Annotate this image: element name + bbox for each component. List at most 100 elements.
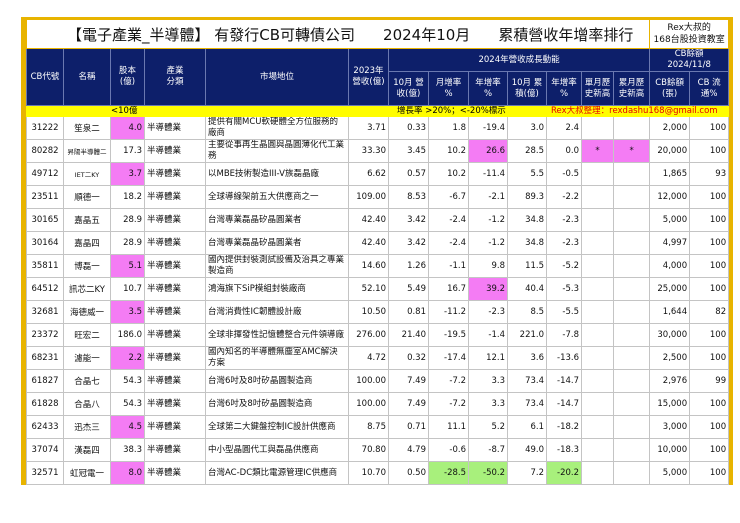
cell-code: 68231 — [26, 346, 64, 370]
cell-single-high: * — [581, 139, 614, 163]
cell-rev2023: 3.71 — [348, 116, 389, 140]
cell-name: 海德威一 — [63, 300, 111, 324]
cell-mom: 16.7 — [428, 277, 469, 301]
cell-yoy: -2.3 — [468, 300, 508, 324]
cell-cum-high — [612, 185, 651, 209]
cell-capital: 28.9 — [110, 208, 145, 232]
note-contact: Rex大叔整理：rexdashu168@gmail.com — [545, 105, 730, 117]
cell-capital: 4.0 — [110, 116, 145, 140]
cell-cum-high — [612, 346, 651, 370]
cell-capital: 10.7 — [110, 277, 145, 301]
cell-cum-high — [612, 254, 651, 278]
cell-cb-balance: 2,500 — [649, 346, 691, 370]
cell-mom: 10.2 — [428, 162, 469, 186]
cell-market: 國內提供封裝測試設備及治具之專業製造商 — [205, 254, 349, 278]
cell-market: 國內知名的半導體無塵室AMC解決方案 — [205, 346, 349, 370]
cell-rev2023: 8.75 — [348, 415, 389, 439]
cell-name: 嘉晶四 — [63, 231, 111, 255]
cell-mom: -7.2 — [428, 392, 469, 416]
cell-rev2023: 42.40 — [348, 231, 389, 255]
cell-industry: 半導體業 — [144, 323, 206, 347]
cell-capital: 4.5 — [110, 415, 145, 439]
cell-industry: 半導體業 — [144, 231, 206, 255]
table-row: 64512 訊芯二KY 10.7 半導體業 鴻海旗下SiP模組封裝廠商 52.10 5.49… — [26, 277, 730, 301]
cell-single-high — [581, 116, 614, 140]
title-category: 【電子產業_半導體】 有發行CB可轉債公司 — [67, 25, 356, 44]
cell-oct-cum: 40.4 — [507, 277, 547, 301]
cell-single-high — [581, 231, 614, 255]
title-month: 2024年10月 — [383, 25, 471, 44]
cell-single-high — [581, 369, 614, 393]
cell-industry: 半導體業 — [144, 346, 206, 370]
cell-name: 訊芯二KY — [63, 277, 111, 301]
cell-cb-balance: 25,000 — [649, 277, 691, 301]
author-line2: 168台股投資教室 — [653, 35, 725, 45]
cell-single-high — [581, 300, 614, 324]
cell-cb-float: 100 — [689, 392, 730, 416]
cell-cum-high — [612, 162, 651, 186]
table-row: 49712 IET二KY 3.7 半導體業 以MBE技術製造III-V族磊晶廠 6.62 0… — [26, 162, 730, 186]
cell-name: 虹冠電一 — [63, 461, 111, 485]
cell-code: 23511 — [26, 185, 64, 209]
cell-name: 笙泉二 — [63, 116, 111, 140]
cell-industry: 半導體業 — [144, 162, 206, 186]
cell-cum-high — [612, 231, 651, 255]
cell-capital: 8.0 — [110, 461, 145, 485]
cell-cb-float: 82 — [689, 300, 730, 324]
cell-rev2023: 4.72 — [348, 346, 389, 370]
cell-code: 49712 — [26, 162, 64, 186]
cell-cb-balance: 4,000 — [649, 254, 691, 278]
cell-cum-high — [612, 300, 651, 324]
cell-rev2023: 100.00 — [348, 392, 389, 416]
cell-name: 嘉晶五 — [63, 208, 111, 232]
cell-yoy: 26.6 — [468, 139, 508, 163]
cell-market: 全球導線架前五大供應商之一 — [205, 185, 349, 209]
cell-cb-float: 100 — [689, 139, 730, 163]
cell-cum-yoy: -0.5 — [546, 162, 582, 186]
header-cb-balance: CB餘額 (張) — [649, 71, 691, 106]
cell-oct-cum: 34.8 — [507, 208, 547, 232]
cell-cb-float: 100 — [689, 438, 730, 462]
header-cb-group: CB餘額 2024/11/8 — [649, 48, 730, 72]
cell-cum-yoy: 0.0 — [546, 139, 582, 163]
cell-cb-balance: 20,000 — [649, 139, 691, 163]
cell-name: 旺宏二 — [63, 323, 111, 347]
cell-oct-rev: 0.71 — [388, 415, 429, 439]
cell-cb-float: 100 — [689, 208, 730, 232]
cell-yoy: -11.4 — [468, 162, 508, 186]
cell-code: 30164 — [26, 231, 64, 255]
header-yoy: 年增率 % — [468, 71, 508, 106]
cell-single-high — [581, 277, 614, 301]
table-row: 61828 合晶八 54.3 半導體業 台灣6吋及8吋矽晶圓製造商 100.00 7.49-… — [26, 392, 730, 416]
cell-yoy: 5.2 — [468, 415, 508, 439]
cell-market: 台灣6吋及8吋矽晶圓製造商 — [205, 369, 349, 393]
header-oct-rev: 10月 營收(億) — [388, 71, 429, 106]
cell-rev2023: 70.80 — [348, 438, 389, 462]
cell-mom: -7.2 — [428, 369, 469, 393]
table-row: 31222 笙泉二 4.0 半導體業 提供有關MCU軟硬體全方位服務的廠商 3.71 0.3… — [26, 116, 730, 140]
title-ranking: 累積營收年增率排行 — [498, 25, 634, 44]
cell-code: 31222 — [26, 116, 64, 140]
cell-market: 以MBE技術製造III-V族磊晶廠 — [205, 162, 349, 186]
cell-yoy: 3.3 — [468, 392, 508, 416]
cell-yoy: -1.2 — [468, 208, 508, 232]
cell-mom: 11.1 — [428, 415, 469, 439]
cell-single-high — [581, 208, 614, 232]
cell-industry: 半導體業 — [144, 139, 206, 163]
cell-yoy: -1.2 — [468, 231, 508, 255]
cell-single-high — [581, 392, 614, 416]
cell-cum-yoy: -5.2 — [546, 254, 582, 278]
cell-cum-yoy: -14.7 — [546, 369, 582, 393]
cell-yoy: 3.3 — [468, 369, 508, 393]
cell-code: 80282 — [26, 139, 64, 163]
cell-mom: -1.1 — [428, 254, 469, 278]
cell-cb-float: 100 — [689, 185, 730, 209]
cell-oct-rev: 0.57 — [388, 162, 429, 186]
cell-cb-float: 100 — [689, 461, 730, 485]
cell-name: 漢磊四 — [63, 438, 111, 462]
table-row: 62433 迅杰三 4.5 半導體業 全球第二大鍵盤控制IC設計供應商 8.75 0.71 1… — [26, 415, 730, 439]
header-cum-yoy: 年增率 % — [546, 71, 582, 106]
cell-cum-yoy: 2.4 — [546, 116, 582, 140]
cell-oct-rev: 0.50 — [388, 461, 429, 485]
table-row: 80282 昇陽半導體二 17.3 半導體業 主要從事再生晶圓與晶圓薄化代工業務 33.3… — [26, 139, 730, 163]
